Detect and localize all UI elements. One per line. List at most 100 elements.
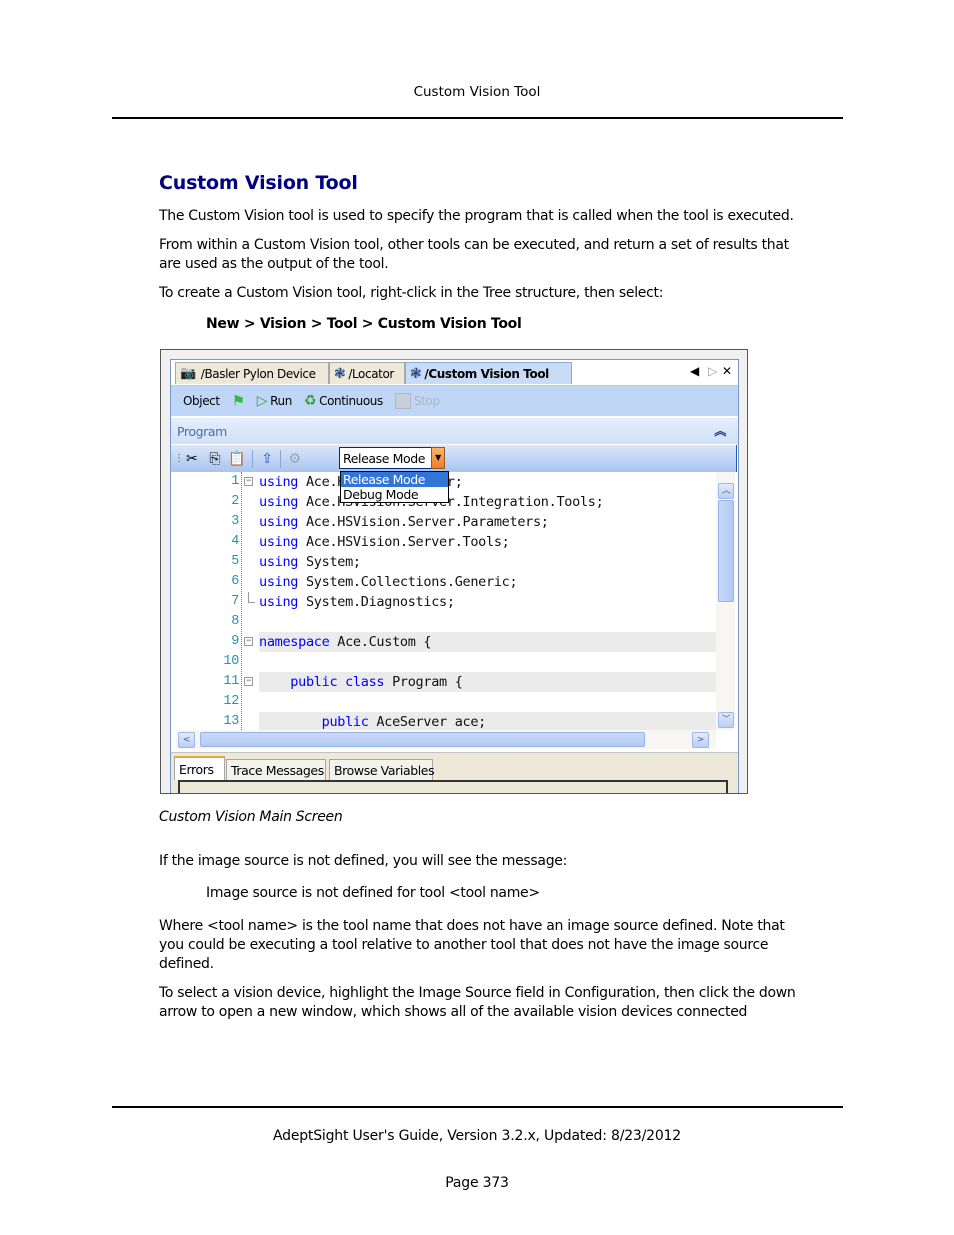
paragraph-intro: The Custom Vision tool is used to specif… [159, 208, 794, 224]
scroll-left-icon[interactable]: < [178, 732, 195, 748]
output-pane: Errors Trace Messages Browse Variables [171, 752, 738, 793]
code-text: namespace Ace.Custom { [259, 632, 716, 652]
code-line[interactable]: 13 public AceServer ace; [171, 712, 716, 730]
close-tab-icon[interactable]: ✕ [722, 364, 732, 378]
collapse-region-icon[interactable]: − [244, 477, 253, 486]
continuous-button[interactable]: ♻ Continuous [304, 393, 383, 409]
errors-grid [178, 780, 728, 793]
code-keyword: using [259, 514, 299, 530]
scroll-right-icon[interactable]: > [692, 732, 709, 748]
line-number: 2 [231, 494, 239, 509]
paragraph-select-device: To select a vision device, highlight the… [159, 985, 796, 1020]
paste-icon[interactable]: 📋 [228, 451, 245, 467]
code-keyword: using [259, 474, 299, 490]
footer-guide-info: AdeptSight User's Guide, Version 3.2.x, … [273, 1128, 681, 1144]
figure-caption: Custom Vision Main Screen [159, 809, 343, 825]
aperture-icon: ❃ [334, 365, 346, 382]
code-editor[interactable]: 1−using Ace.HSVision.Server;2using Ace.H… [171, 472, 716, 730]
stop-icon [394, 393, 411, 409]
tab-locator[interactable]: ❃ /Locator [329, 362, 405, 384]
program-toolbar: ⋮ ✂ ⎘ 📋 ⇪ ⚙ Release Mode ▼ [171, 445, 737, 472]
line-number: 3 [231, 514, 239, 529]
code-line[interactable]: 10 [171, 652, 716, 672]
page-number: Page 373 [445, 1175, 509, 1191]
settings-gear-icon[interactable]: ⚙ [289, 451, 302, 467]
command-bar: Object ⚑ ▷ Run ♻ Continuous Stop [171, 386, 738, 416]
code-line[interactable]: 3 using Ace.HSVision.Server.Parameters; [171, 512, 716, 532]
tab-basler-pylon-device[interactable]: 📷 /Basler Pylon Device [175, 362, 329, 384]
section-heading: Custom Vision Tool [159, 172, 358, 194]
code-line[interactable]: 11− public class Program { [171, 672, 716, 692]
option-release-mode[interactable]: Release Mode [341, 472, 448, 487]
line-number: 9 [231, 634, 239, 649]
code-identifier: Program { [384, 674, 463, 690]
code-keyword: public class [259, 674, 385, 690]
scroll-down-icon[interactable]: ﹀ [718, 712, 734, 728]
code-identifier: Ace.HSVision.Server.Parameters; [298, 514, 549, 530]
line-number: 6 [231, 574, 239, 589]
code-line[interactable]: 9− namespace Ace.Custom { [171, 632, 716, 652]
custom-vision-window: 📷 /Basler Pylon Device ❃ /Locator ❃ /Cus… [170, 359, 739, 793]
scroll-tabs-left-icon[interactable]: ◀ [690, 364, 699, 378]
header-rule [112, 117, 843, 119]
object-menu-button[interactable]: Object [183, 394, 220, 408]
compile-icon[interactable]: ⇪ [261, 451, 273, 467]
cut-icon[interactable]: ✂ [186, 451, 198, 467]
toolbar-separator [279, 449, 281, 468]
code-keyword: using [259, 494, 299, 510]
horizontal-scroll-thumb[interactable] [200, 732, 645, 747]
code-identifier: System; [298, 554, 361, 570]
collapse-region-icon[interactable]: − [244, 677, 253, 686]
code-text: using Ace.HSVision.Server.Tools; [259, 532, 716, 552]
horizontal-scrollbar[interactable]: < > [176, 730, 716, 749]
copy-icon[interactable]: ⎘ [209, 451, 220, 467]
tab-browse-variables[interactable]: Browse Variables [329, 759, 435, 780]
code-line[interactable]: 7 using System.Diagnostics; [171, 592, 716, 612]
vertical-scrollbar[interactable]: ︿ ﹀ [716, 472, 735, 730]
toolbar-separator [252, 449, 254, 468]
run-button[interactable]: ▷ Run [257, 393, 293, 409]
code-text: using Ace.HSVision.Server; [259, 472, 716, 492]
code-keyword: public [259, 714, 369, 730]
code-line[interactable]: 8 [171, 612, 716, 632]
code-keyword: using [259, 574, 299, 590]
line-number: 12 [223, 694, 239, 709]
line-number: 10 [223, 654, 239, 669]
tab-trace-messages[interactable]: Trace Messages [226, 759, 326, 780]
green-flag-icon: ⚑ [231, 392, 245, 410]
code-keyword: using [259, 554, 299, 570]
build-mode-select[interactable]: Release Mode ▼ [339, 447, 445, 469]
scroll-up-icon[interactable]: ︿ [718, 483, 734, 499]
tab-errors[interactable]: Errors [174, 756, 225, 780]
program-panel-header: Program ︽ [171, 418, 738, 444]
tab-custom-vision-tool[interactable]: ❃ /Custom Vision Tool [405, 362, 572, 384]
scroll-tabs-right-icon[interactable]: ▷ [708, 364, 717, 378]
error-message-example: Image source is not defined for tool <to… [206, 885, 540, 901]
code-text: public class Program { [259, 672, 716, 692]
collapse-region-icon[interactable]: − [244, 637, 253, 646]
code-line[interactable]: 5 using System; [171, 552, 716, 572]
code-line[interactable]: 12 [171, 692, 716, 712]
line-number: 8 [231, 614, 239, 629]
stop-button[interactable]: Stop [394, 393, 440, 409]
option-debug-mode[interactable]: Debug Mode [341, 487, 448, 502]
collapse-chevrons-icon[interactable]: ︽ [714, 422, 726, 439]
paragraph-create: To create a Custom Vision tool, right-cl… [159, 285, 664, 301]
code-line[interactable]: 4 using Ace.HSVision.Server.Tools; [171, 532, 716, 552]
line-number: 1 [231, 474, 239, 489]
code-keyword: namespace [259, 634, 330, 650]
flag-button[interactable]: ⚑ [232, 392, 245, 410]
vertical-scroll-thumb[interactable] [718, 500, 734, 602]
dropdown-arrow-icon[interactable]: ▼ [431, 447, 445, 469]
code-line[interactable]: 6 using System.Collections.Generic; [171, 572, 716, 592]
document-tabstrip: 📷 /Basler Pylon Device ❃ /Locator ❃ /Cus… [171, 360, 738, 386]
line-number: 5 [231, 554, 239, 569]
toolbar-grip-icon: ⋮ [174, 452, 184, 464]
line-number: 11 [223, 674, 239, 689]
build-mode-dropdown: Release Mode Debug Mode [340, 471, 449, 503]
figure-screenshot: 📷 /Basler Pylon Device ❃ /Locator ❃ /Cus… [160, 349, 748, 794]
code-identifier: System.Diagnostics; [298, 594, 455, 610]
